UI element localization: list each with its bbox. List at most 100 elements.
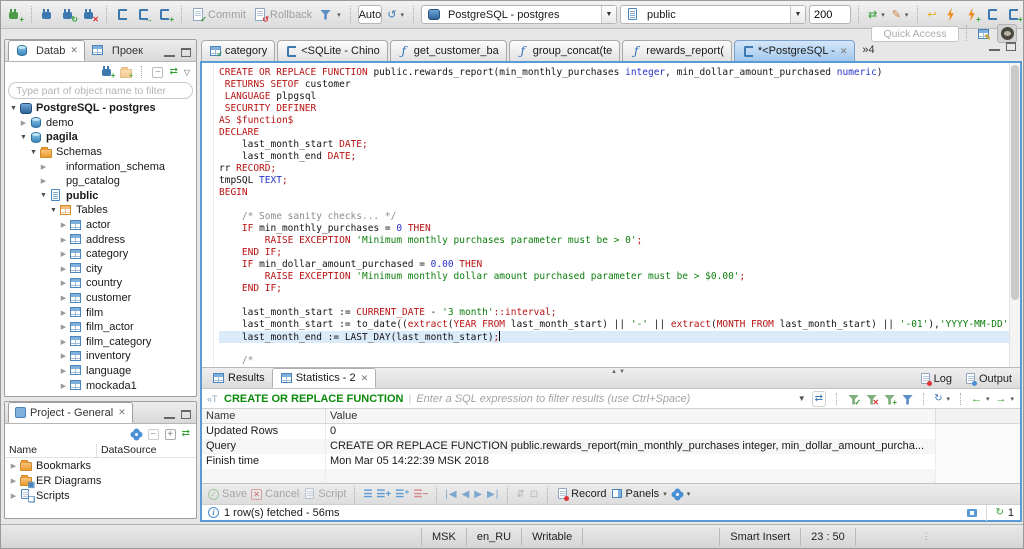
reconnect-button[interactable]	[39, 7, 57, 23]
tree-item-mockada1[interactable]: ▶ mockada1	[5, 378, 196, 393]
code-line[interactable]	[219, 199, 1020, 211]
code-line[interactable]: DECLARE	[219, 127, 1020, 139]
tree-item-inventory[interactable]: ▶ inventory	[5, 349, 196, 364]
project-item-er-diagrams[interactable]: ▶ ▣ ER Diagrams	[5, 473, 196, 489]
expander-closed-icon[interactable]: ▶	[58, 236, 69, 244]
code-line[interactable]: END IF;	[219, 283, 1020, 295]
new-folder-icon[interactable]: +	[119, 66, 133, 80]
navigator-filter-input[interactable]: Type part of object name to filter	[8, 82, 193, 99]
link-with-editor-icon[interactable]: ⇄	[182, 427, 190, 441]
maximize-icon[interactable]	[1006, 42, 1016, 51]
expander-closed-icon[interactable]: ▶	[38, 163, 49, 171]
collapse-all-icon[interactable]: −	[152, 66, 164, 78]
code-line[interactable]: rr RECORD;	[219, 163, 1020, 175]
sync-connection-button[interactable]: ⇄ ▾	[866, 7, 887, 23]
navigate-back-button[interactable]: ↩	[925, 7, 938, 23]
sql-code[interactable]: CREATE OR REPLACE FUNCTION public.reward…	[214, 63, 1020, 367]
collapse-all-icon[interactable]: −	[147, 428, 159, 440]
save-button[interactable]: ✓ Save	[208, 488, 247, 500]
last-row-icon[interactable]: ▶|	[487, 489, 499, 500]
new-transaction-button[interactable]: +	[156, 7, 174, 23]
auto-refresh-button[interactable]: ↻ ▾	[934, 392, 950, 406]
stats-row-finish-time[interactable]: Finish time Mon Mar 05 14:22:39 MSK 2018	[202, 454, 1020, 469]
editor-tab-group-concat-te[interactable]: ƒ group_concat(te	[508, 40, 621, 61]
code-line[interactable]: IF min_monthly_purchases = 0 THEN	[219, 223, 1020, 235]
code-line[interactable]: BEGIN	[219, 187, 1020, 199]
code-line[interactable]: END IF;	[219, 247, 1020, 259]
column-name[interactable]: Name	[5, 444, 97, 457]
expander-closed-icon[interactable]: ▶	[8, 492, 19, 500]
editor-scrollbar[interactable]	[1009, 63, 1020, 367]
code-line[interactable]: IF min_dollar_amount_purchased = 0.00 TH…	[219, 259, 1020, 271]
invalidate-connection-button[interactable]: ↻	[60, 7, 78, 23]
sash-resize-handle[interactable]: ▲▼	[611, 369, 627, 375]
editor-tab--sqlite-chino[interactable]: <SQLite - Chino	[277, 40, 388, 61]
tree-item-address[interactable]: ▶ address	[5, 232, 196, 247]
tree-item-category[interactable]: ▶ category	[5, 247, 196, 262]
maximize-icon[interactable]	[181, 48, 191, 57]
code-line[interactable]: LANGUAGE plpgsql	[219, 91, 1020, 103]
transaction-mode-menu[interactable]: ▾	[317, 7, 343, 23]
minimize-icon[interactable]	[164, 410, 175, 419]
expander-closed-icon[interactable]: ▶	[58, 309, 69, 317]
filter-expression-input[interactable]: Enter a SQL expression to filter results…	[416, 393, 791, 405]
execute-statement-button[interactable]	[942, 7, 960, 23]
link-with-editor-icon[interactable]: ⇄	[169, 65, 177, 79]
tree-item-customer[interactable]: ▶ customer	[5, 291, 196, 306]
connection-combo[interactable]: PostgreSQL - postgres ▼	[420, 5, 617, 24]
tab-statistics[interactable]: Statistics - 2 ✕	[271, 368, 377, 388]
new-connection-icon[interactable]: +	[101, 66, 115, 80]
status-locale[interactable]: en_RU	[465, 527, 521, 546]
status-timezone[interactable]: MSK	[421, 527, 466, 546]
cancel-button[interactable]: ✕ Cancel	[251, 488, 299, 500]
commit-button[interactable]: ✓ Commit	[189, 7, 248, 23]
code-line-current[interactable]: last_month_end := LAST_DAY(last_month_st…	[219, 331, 1020, 343]
query-history-button[interactable]: ↺ ▾	[385, 7, 406, 23]
status-insert-mode[interactable]: Smart Insert	[719, 527, 800, 546]
stats-row-query[interactable]: Query CREATE OR REPLACE FUNCTION public.r…	[202, 439, 1020, 454]
code-line[interactable]: last_month_start DATE;	[219, 139, 1020, 151]
code-line[interactable]: AS $function$	[219, 115, 1020, 127]
expander-closed-icon[interactable]: ▶	[58, 250, 69, 258]
project-settings-gear-icon[interactable]	[130, 428, 142, 440]
next-result-button[interactable]: → ▾	[995, 392, 1014, 406]
project-item-scripts[interactable]: ▶ ❏ Scripts	[5, 488, 196, 504]
expander-closed-icon[interactable]: ▶	[8, 477, 19, 485]
column-datasource[interactable]: DataSource	[97, 444, 156, 457]
expander-closed-icon[interactable]: ▶	[58, 367, 69, 375]
previous-result-button[interactable]: ← ▾	[971, 392, 990, 406]
code-line[interactable]	[219, 343, 1020, 355]
expander-closed-icon[interactable]: ▶	[18, 119, 29, 127]
close-icon[interactable]: ✕	[118, 407, 126, 418]
expander-closed-icon[interactable]: ▶	[38, 177, 49, 185]
fetch-page-icon[interactable]: ⇵	[516, 489, 525, 500]
tree-item-film-category[interactable]: ▶ film_category	[5, 335, 196, 350]
expander-closed-icon[interactable]: ▶	[58, 382, 69, 390]
stats-row-updated-rows[interactable]: Updated Rows 0	[202, 424, 1020, 439]
column-name-header[interactable]: Name	[202, 409, 326, 423]
tree-item-city[interactable]: ▶ city	[5, 262, 196, 277]
execute-new-tab-button[interactable]: +	[963, 7, 981, 23]
tree-item-schemas[interactable]: ▼ Schemas	[5, 145, 196, 160]
tree-item-public[interactable]: ▼ public	[5, 189, 196, 204]
code-line[interactable]: tmpSQL TEXT;	[219, 175, 1020, 187]
script-button[interactable]: Script	[303, 488, 346, 500]
record-button[interactable]: Record	[556, 488, 607, 501]
output-button[interactable]: Output	[964, 373, 1012, 386]
pin-panel-icon[interactable]	[966, 507, 978, 519]
fetch-size-input[interactable]	[808, 5, 851, 24]
disconnect-button[interactable]: ✕	[81, 7, 99, 23]
tree-item-information-schema[interactable]: ▶ information_schema	[5, 159, 196, 174]
tree-item-demo[interactable]: ▶ demo	[5, 116, 196, 131]
commit-mode-combo[interactable]: Auto	[357, 5, 383, 24]
tree-item-country[interactable]: ▶ country	[5, 276, 196, 291]
expander-closed-icon[interactable]: ▶	[58, 338, 69, 346]
expander-open-icon[interactable]: ▼	[8, 105, 19, 112]
tree-item-film-actor[interactable]: ▶ film_actor	[5, 320, 196, 335]
refresh-icon[interactable]: ↻	[995, 506, 1003, 520]
sql-format-button[interactable]: ✎ ▾	[890, 7, 911, 23]
code-line[interactable]: last_month_end DATE;	[219, 151, 1020, 163]
delete-row-icon[interactable]: ☰−	[413, 489, 428, 500]
expander-closed-icon[interactable]: ▶	[58, 323, 69, 331]
rollback-button[interactable]: ↺ Rollback	[251, 7, 314, 23]
